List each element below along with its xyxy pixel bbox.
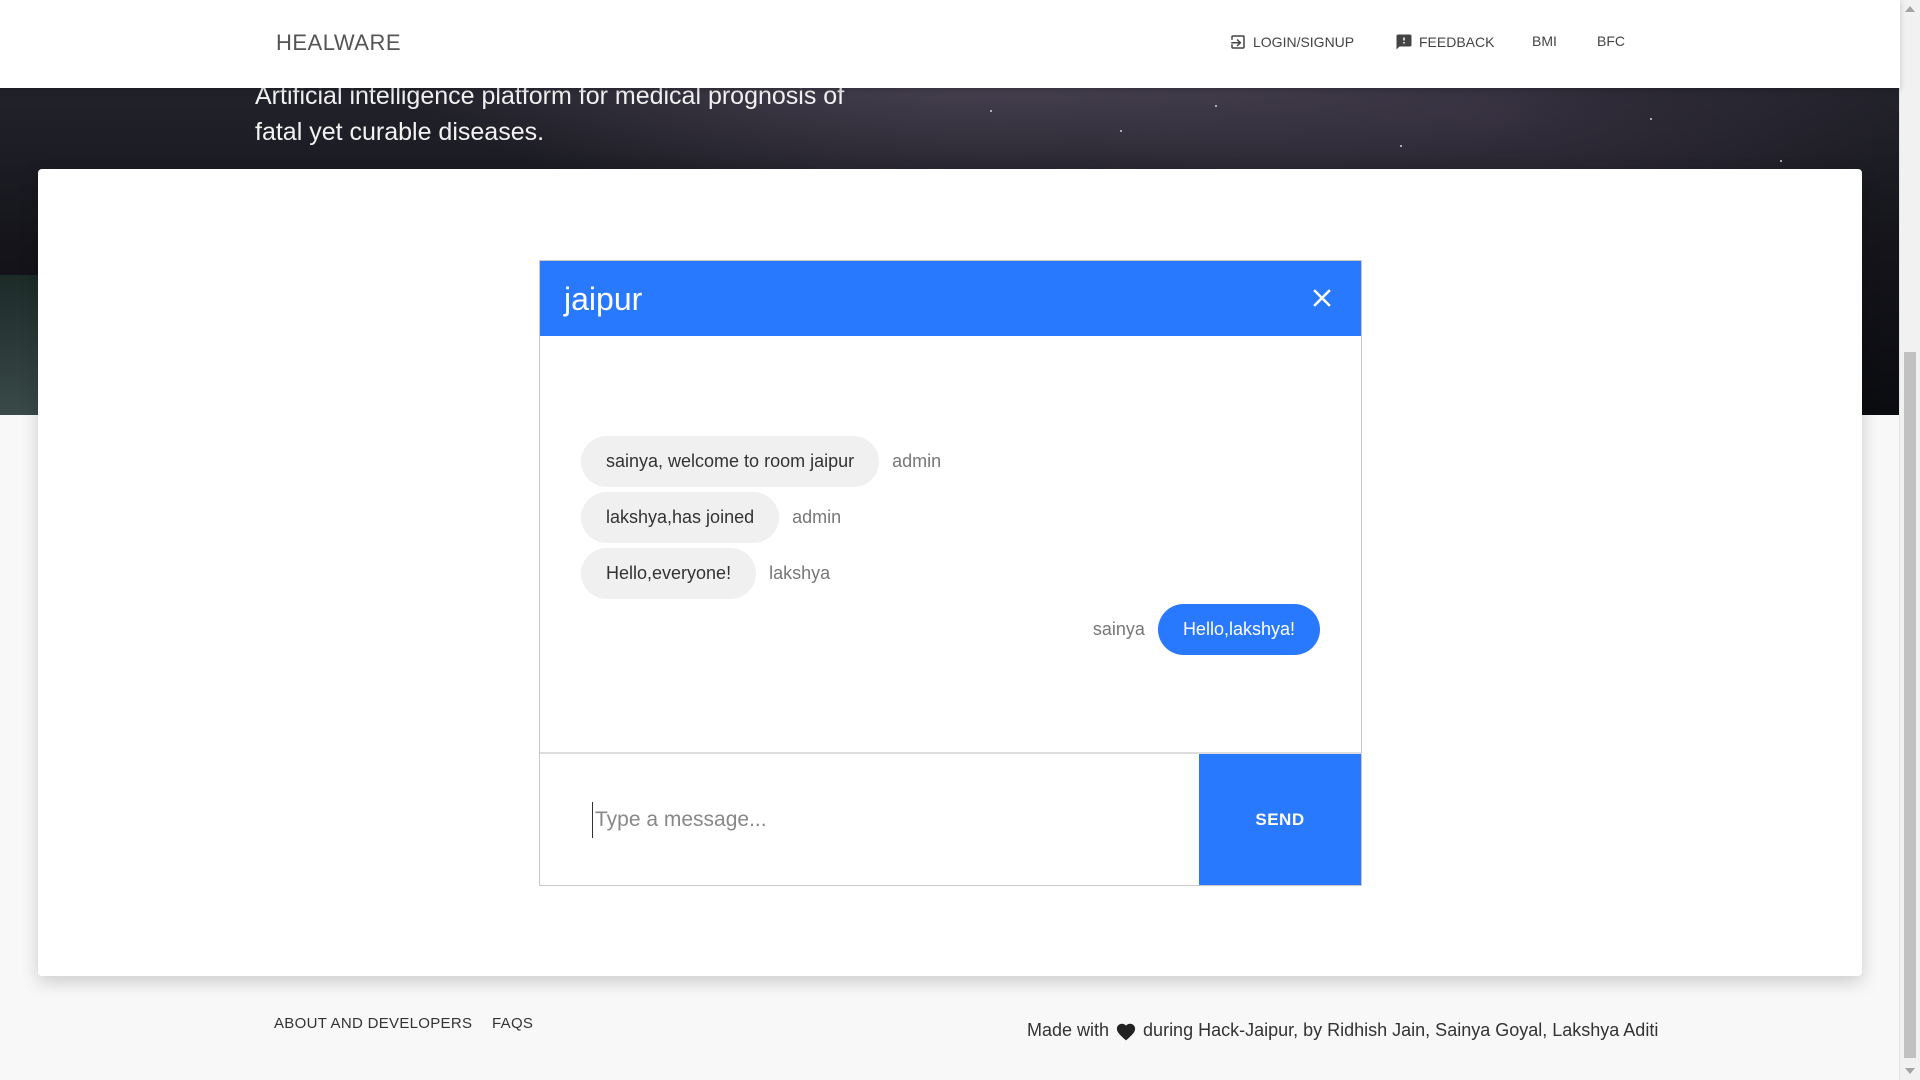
nav-bmi[interactable]: BMI xyxy=(1532,33,1557,49)
chat-header: jaipur xyxy=(540,261,1361,336)
chat-room-name: jaipur xyxy=(564,281,643,317)
nav-bfc[interactable]: BFC xyxy=(1597,33,1625,49)
page-scrollbar[interactable] xyxy=(1899,0,1920,1080)
message-item: lakshya,has joined admin xyxy=(581,492,841,543)
scroll-thumb[interactable] xyxy=(1904,352,1916,1058)
message-item-own: sainya Hello,lakshya! xyxy=(1093,604,1320,655)
message-input[interactable] xyxy=(592,802,1157,838)
message-item: Hello,everyone! lakshya xyxy=(581,548,830,599)
send-button[interactable]: SEND xyxy=(1199,754,1361,885)
nav-bmi-label: BMI xyxy=(1532,33,1557,49)
footer-link-faqs[interactable]: FAQS xyxy=(492,1015,533,1032)
message-bubble: Hello,lakshya! xyxy=(1157,604,1320,655)
heart-icon xyxy=(1116,1023,1136,1040)
login-icon xyxy=(1231,35,1245,49)
brand-logo[interactable]: HEALWARE xyxy=(276,30,401,56)
message-sender: lakshya xyxy=(769,563,831,583)
nav-login-signup-label: LOGIN/SIGNUP xyxy=(1253,34,1355,50)
message-sender: admin xyxy=(892,451,942,471)
message-input-area xyxy=(540,754,1198,885)
scroll-up-arrow[interactable] xyxy=(1905,6,1915,12)
message-bubble: sainya, welcome to room jaipur xyxy=(581,436,880,487)
footer-credits: Made with during Hack-Jaipur, by Ridhish… xyxy=(1027,1020,1658,1041)
nav-feedback-label: FEEDBACK xyxy=(1419,34,1495,50)
close-icon[interactable] xyxy=(1307,283,1337,313)
credits-text: during Hack-Jaipur, by Ridhish Jain, Sai… xyxy=(1143,1020,1659,1040)
hero-tagline: Artificial intelligence platform for med… xyxy=(255,82,845,146)
message-sender: sainya xyxy=(1092,619,1145,639)
message-sender: admin xyxy=(792,507,842,527)
feedback-icon xyxy=(1396,34,1412,50)
nav-login-signup[interactable]: LOGIN/SIGNUP xyxy=(1229,33,1354,51)
nav-bfc-label: BFC xyxy=(1597,33,1625,49)
message-list: sainya, welcome to room jaipur admin lak… xyxy=(540,336,1361,754)
top-navbar: HEALWARE LOGIN/SIGNUP FEEDBACK BMI BFC xyxy=(0,0,1900,88)
scroll-down-arrow[interactable] xyxy=(1905,1068,1915,1074)
credits-prefix: Made with xyxy=(1027,1020,1110,1040)
nav-feedback[interactable]: FEEDBACK xyxy=(1395,33,1494,51)
chat-window: jaipur sainya, welcome to room jaipur ad… xyxy=(539,260,1362,886)
footer-link-about[interactable]: ABOUT AND DEVELOPERS xyxy=(274,1015,472,1032)
message-bubble: lakshya,has joined xyxy=(581,492,780,543)
message-bubble: Hello,everyone! xyxy=(581,548,757,599)
message-item: sainya, welcome to room jaipur admin xyxy=(581,436,941,487)
